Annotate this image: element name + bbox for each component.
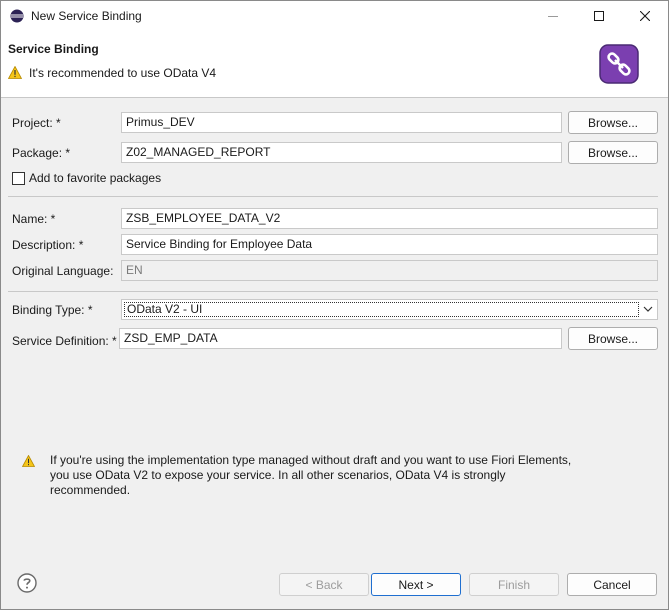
page-title: Service Binding [8, 42, 99, 56]
service-definition-label: Service Definition: * [12, 334, 117, 348]
close-icon [640, 11, 650, 21]
description-label: Description: * [12, 238, 84, 252]
eclipse-icon [10, 9, 24, 23]
favorite-packages-checkbox[interactable] [12, 171, 25, 185]
original-language-field: EN [121, 260, 658, 281]
header-message: It's recommended to use OData V4 [29, 66, 217, 80]
binding-info-message: If you're using the implementation type … [50, 453, 572, 497]
separator [8, 291, 658, 292]
title-bar: New Service Binding [1, 1, 668, 31]
window-title: New Service Binding [31, 9, 142, 23]
package-field[interactable]: Z02_MANAGED_REPORT [121, 142, 562, 163]
maximize-icon [594, 11, 604, 21]
next-button[interactable]: Next > [371, 573, 461, 596]
minimize-button[interactable] [530, 1, 576, 31]
back-button[interactable]: < Back [279, 573, 369, 596]
service-binding-wizard-icon [599, 44, 639, 84]
new-service-binding-dialog: New Service Binding Service Binding It's… [0, 0, 669, 610]
minimize-icon [548, 16, 558, 17]
finish-button[interactable]: Finish [469, 573, 559, 596]
package-label: Package: * [12, 146, 71, 160]
maximize-button[interactable] [576, 1, 622, 31]
name-field[interactable]: ZSB_EMPLOYEE_DATA_V2 [121, 208, 658, 229]
project-field[interactable]: Primus_DEV [121, 112, 562, 133]
name-label: Name: * [12, 212, 56, 226]
package-browse-button[interactable]: Browse... [568, 141, 658, 164]
favorite-packages-label: Add to favorite packages [29, 171, 162, 185]
binding-type-select[interactable]: OData V2 - UI [121, 299, 658, 320]
description-field[interactable]: Service Binding for Employee Data [121, 234, 658, 255]
help-icon[interactable] [17, 573, 37, 593]
project-label: Project: * [12, 116, 61, 130]
cancel-button[interactable]: Cancel [567, 573, 657, 596]
binding-type-label: Binding Type: * [12, 303, 93, 317]
chevron-down-icon [643, 306, 653, 312]
favorite-packages-row[interactable]: Add to favorite packages [12, 171, 161, 185]
project-browse-button[interactable]: Browse... [568, 111, 658, 134]
service-definition-browse-button[interactable]: Browse... [568, 327, 658, 350]
wizard-header: Service Binding It's recommended to use … [1, 31, 668, 98]
warning-icon [8, 66, 22, 79]
original-language-label: Original Language: [12, 264, 114, 278]
binding-type-value: OData V2 - UI [124, 302, 639, 317]
separator [8, 196, 658, 197]
service-definition-field[interactable]: ZSD_EMP_DATA [119, 328, 562, 349]
warning-icon [22, 455, 35, 467]
close-button[interactable] [622, 1, 668, 31]
